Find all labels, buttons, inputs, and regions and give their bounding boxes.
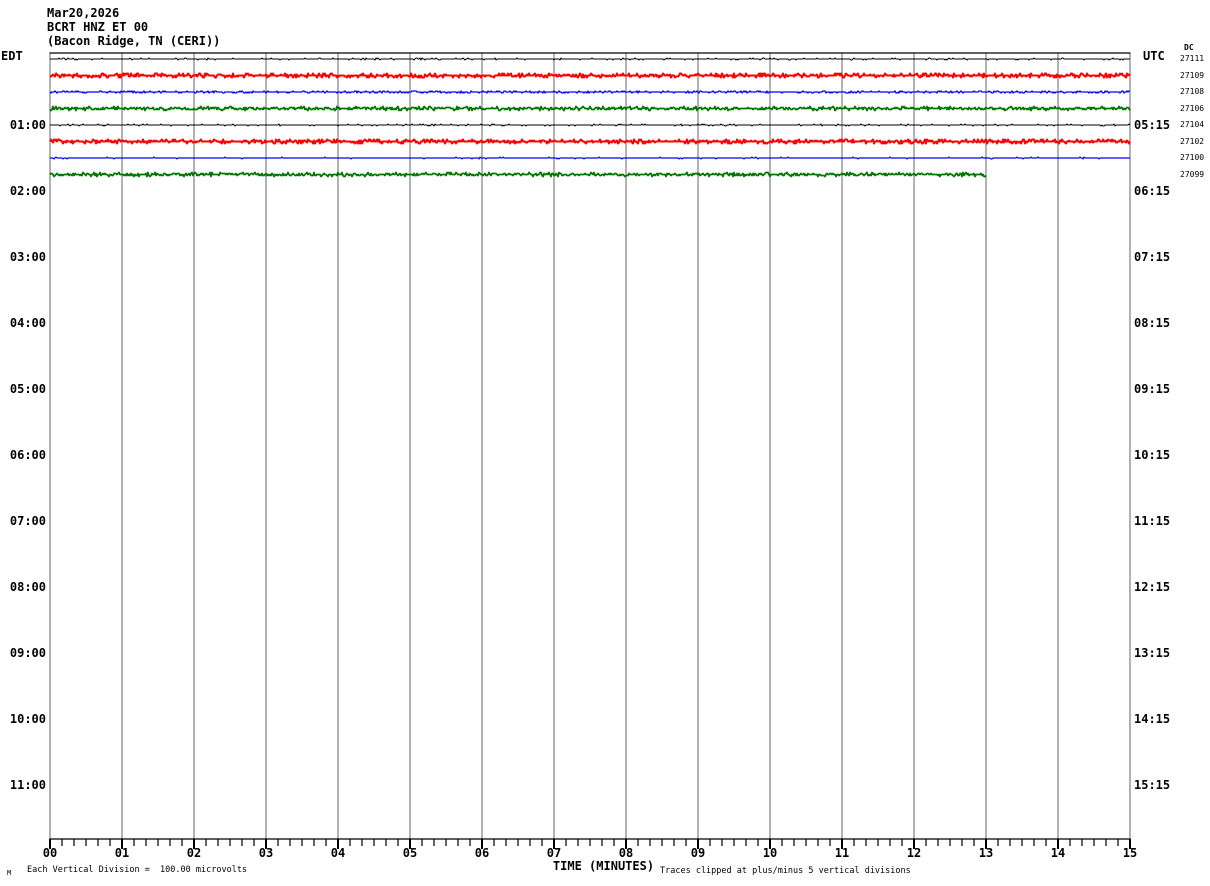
minute-label: 00 xyxy=(42,846,58,860)
dc-value: 27099 xyxy=(1180,169,1205,179)
right-hour-label: 15:15 xyxy=(1134,778,1171,792)
right-timezone-label: UTC xyxy=(1143,49,1165,63)
corner-mark: M xyxy=(7,869,12,877)
left-hour-label: 05:00 xyxy=(9,382,46,396)
trace-row-0100-black xyxy=(50,123,1131,127)
left-hour-label: 09:00 xyxy=(9,646,46,660)
left-hour-label: 04:00 xyxy=(9,316,46,330)
trace-row-0015-red xyxy=(50,72,1131,79)
clip-note: Traces clipped at plus/minus 5 vertical … xyxy=(660,866,911,876)
trace-row-0115-red xyxy=(49,138,1131,145)
trace-row-0145-green xyxy=(49,171,987,178)
x-axis-title: TIME (MINUTES) xyxy=(552,859,655,873)
right-hour-label: 13:15 xyxy=(1134,646,1171,660)
left-hour-label: 02:00 xyxy=(9,184,46,198)
header-station: BCRT HNZ ET 00 xyxy=(47,20,149,34)
dc-column-header: DC xyxy=(1184,43,1194,52)
minute-label: 02 xyxy=(186,846,202,860)
right-hour-label: 06:15 xyxy=(1134,184,1171,198)
minute-label: 13 xyxy=(978,846,994,860)
right-hour-label: 10:15 xyxy=(1134,448,1171,462)
left-hour-label: 06:00 xyxy=(9,448,46,462)
minute-label: 03 xyxy=(258,846,274,860)
left-hour-label: 08:00 xyxy=(9,580,46,594)
trace-row-0030-blue xyxy=(49,90,1130,94)
minute-label: 15 xyxy=(1122,846,1138,860)
right-hour-label: 07:15 xyxy=(1134,250,1171,264)
minute-label: 12 xyxy=(906,846,922,860)
vertical-division-note: Each Vertical Division = 100.00 microvol… xyxy=(27,865,248,875)
right-hour-label: 05:15 xyxy=(1134,118,1171,132)
minute-label: 05 xyxy=(402,846,418,860)
left-hour-label: 01:00 xyxy=(9,118,46,132)
left-hour-label: 07:00 xyxy=(9,514,46,528)
minute-label: 14 xyxy=(1050,846,1066,860)
dc-value: 27100 xyxy=(1180,153,1205,162)
right-hour-label: 09:15 xyxy=(1134,382,1171,396)
left-hour-label: 03:00 xyxy=(9,250,46,264)
minute-label: 06 xyxy=(474,846,490,860)
dc-value: 27102 xyxy=(1180,136,1205,146)
helicorder-screen: Mar20,2026 BCRT HNZ ET 00 (Bacon Ridge, … xyxy=(0,0,1210,886)
right-hour-label: 11:15 xyxy=(1134,514,1171,528)
minute-label: 09 xyxy=(690,846,706,860)
minute-label: 01 xyxy=(114,846,130,860)
dc-value: 27111 xyxy=(1180,54,1205,63)
minute-label: 04 xyxy=(330,846,346,860)
minute-label: 11 xyxy=(834,846,850,860)
trace-row-0045-green xyxy=(49,105,1131,112)
trace-row-0130-blue xyxy=(50,156,1130,160)
dc-value: 27106 xyxy=(1180,103,1205,113)
dc-value: 27108 xyxy=(1180,87,1205,96)
left-hour-label: 11:00 xyxy=(9,778,46,792)
dc-value: 27104 xyxy=(1180,120,1205,129)
header-location: (Bacon Ridge, TN (CERI)) xyxy=(47,34,221,48)
right-hour-label: 12:15 xyxy=(1134,580,1171,594)
right-hour-label: 14:15 xyxy=(1134,712,1171,726)
seismogram-chart xyxy=(49,52,1131,849)
trace-row-0000-black xyxy=(50,57,1130,61)
header-date: Mar20,2026 xyxy=(47,6,120,20)
dc-value: 27109 xyxy=(1180,70,1205,80)
left-hour-label: 10:00 xyxy=(9,712,46,726)
minute-label: 10 xyxy=(762,846,778,860)
right-hour-label: 08:15 xyxy=(1134,316,1171,330)
left-timezone-label: EDT xyxy=(1,49,23,63)
